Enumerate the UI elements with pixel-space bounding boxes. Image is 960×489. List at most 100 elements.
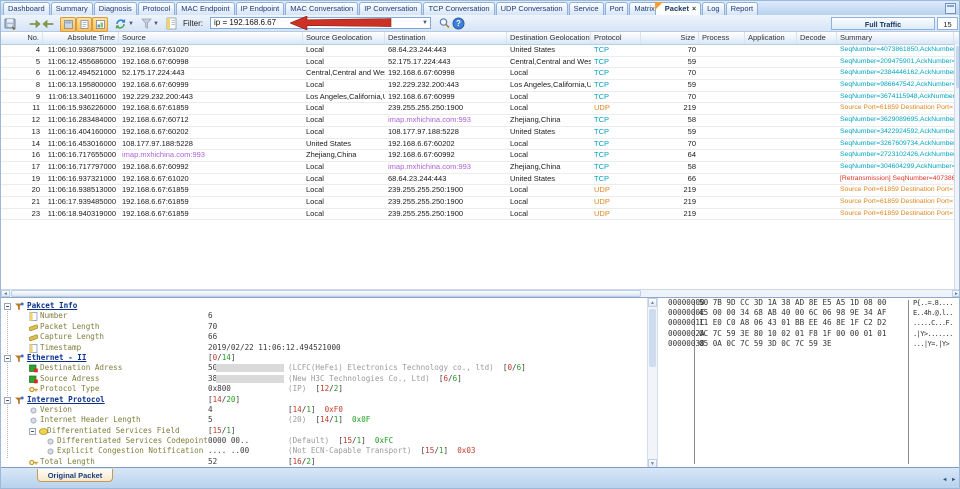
tab-scroll-left-icon[interactable]: ◄: [942, 477, 947, 483]
table-row[interactable]: 811:06:13.195800000192.168.6.67:60999Loc…: [1, 80, 960, 92]
cell-src: 192.168.6.67:61859: [119, 209, 303, 220]
table-row[interactable]: 911:06:13.340116000192.229.232.200:443Lo…: [1, 92, 960, 104]
cell-process: [699, 127, 745, 138]
table-row[interactable]: 1211:06:16.283484000192.168.6.67:60712Lo…: [1, 115, 960, 127]
table-row[interactable]: 511:06:12.455686000192.168.6.67:60998Loc…: [1, 57, 960, 69]
auto-refresh-icon[interactable]: [114, 17, 127, 30]
cell-size: 219: [641, 185, 699, 196]
packet-table-horizontal-scrollbar[interactable]: ◄ ►: [1, 289, 960, 297]
tree-row[interactable]: Ethernet - II[0/14]: [1, 353, 647, 363]
table-row[interactable]: 2111:06:17.939485000192.168.6.67:61859Lo…: [1, 197, 960, 209]
column-header-time[interactable]: Absolute Time: [43, 32, 119, 44]
tree-row[interactable]: Internet Protocol[14/20]: [1, 395, 647, 405]
tab-ip-conversation[interactable]: IP Conversation: [359, 2, 422, 15]
tree-row[interactable]: Destination Adress50(LCFC(HeFei) Electro…: [1, 363, 647, 373]
column-header-size[interactable]: Size: [641, 32, 699, 44]
table-row[interactable]: 1611:06:16.717655000imap.mxhichina.com:9…: [1, 150, 960, 162]
log-note-icon[interactable]: [165, 17, 178, 30]
funnel-dropdown-icon[interactable]: ▼: [153, 21, 159, 27]
tab-udp-conversation[interactable]: UDP Conversation: [496, 2, 568, 15]
column-header-proto[interactable]: Protocol: [591, 32, 641, 44]
node-pane-toggle-icon[interactable]: [60, 17, 76, 32]
collapse-expander-icon[interactable]: [29, 428, 36, 435]
hex-row[interactable]: 0000000E45 00 00 34 68 AB 40 00 6C 06 98…: [658, 308, 954, 318]
tree-row[interactable]: Protocol Type0x800(IP) [12/2]: [1, 384, 647, 394]
column-header-process[interactable]: Process: [699, 32, 745, 44]
tree-row[interactable]: Number6: [1, 311, 647, 321]
decoding-packet-count[interactable]: 15: [937, 17, 958, 30]
table-row[interactable]: 411:06:10.936875000192.168.6.67:61020Loc…: [1, 45, 960, 57]
tab-log[interactable]: Log: [702, 2, 725, 15]
column-header-dg[interactable]: Destination Geolocation: [507, 32, 591, 44]
close-tab-icon[interactable]: ×: [692, 6, 696, 13]
help-icon[interactable]: ?: [452, 17, 465, 30]
tab-mac-conversation[interactable]: MAC Conversation: [285, 2, 358, 15]
tree-row[interactable]: Differentiated Services Codepoint0000 00…: [1, 436, 647, 446]
collapse-expander-icon[interactable]: [4, 397, 11, 404]
tree-row[interactable]: Explicit Congestion Notification.... ..0…: [1, 446, 647, 456]
scroll-right-icon[interactable]: ►: [952, 290, 960, 297]
table-row[interactable]: 611:06:12.49452100052.175.17.224:443Cent…: [1, 68, 960, 80]
filter-funnel-icon[interactable]: [140, 17, 153, 30]
scroll-left-icon[interactable]: ◄: [1, 290, 10, 297]
column-header-dst[interactable]: Destination: [385, 32, 507, 44]
tree-vertical-scrollbar[interactable]: ▲ ▼: [647, 298, 658, 468]
tree-row[interactable]: Capture Length66: [1, 332, 647, 342]
tab-packet[interactable]: Packet×: [655, 2, 701, 15]
collapse-expander-icon[interactable]: [4, 355, 11, 362]
table-row[interactable]: 1111:06:15.936226000192.168.6.67:61859Lo…: [1, 103, 960, 115]
collapse-expander-icon[interactable]: [4, 303, 11, 310]
column-header-no[interactable]: No.: [1, 32, 43, 44]
field-pane-toggle-icon[interactable]: [76, 17, 92, 32]
hex-row[interactable]: 0000003805 0A 0C 7C 59 3D 0C 7C 59 3E...…: [658, 339, 954, 349]
tree-row[interactable]: Total Length52[16/2]: [1, 457, 647, 467]
export-icon[interactable]: [4, 17, 17, 30]
bottom-tab-bar: Original Packet ◄ ►: [1, 467, 960, 489]
scrollbar-thumb[interactable]: [11, 290, 641, 297]
table-row[interactable]: 1311:06:16.404160000192.168.6.67:60202Lo…: [1, 127, 960, 139]
scrollbar-thumb[interactable]: [649, 309, 656, 367]
tree-row[interactable]: Pakcet Info: [1, 301, 647, 311]
tab-mac-endpoint[interactable]: MAC Endpoint: [176, 2, 234, 15]
tree-row[interactable]: Packet Length70: [1, 322, 647, 332]
next-packet-icon[interactable]: [42, 17, 55, 30]
tab-dashboard[interactable]: Dashboard: [3, 2, 50, 15]
tab-summary[interactable]: Summary: [51, 2, 93, 15]
tree-row[interactable]: Differentiated Services Field[15/1]: [1, 426, 647, 436]
hex-row[interactable]: 0000000050 7B 9D CC 3D 1A 38 AD 8E E5 A5…: [658, 298, 954, 308]
tab-protocol[interactable]: Protocol: [138, 2, 176, 15]
search-icon[interactable]: [438, 17, 451, 30]
column-header-sum[interactable]: Summary: [837, 32, 954, 44]
tab-report[interactable]: Report: [726, 2, 759, 15]
tab-service[interactable]: Service: [569, 2, 604, 15]
tree-row[interactable]: Internet Header Length5(20) [14/1] 0x0F: [1, 415, 647, 425]
scroll-up-icon[interactable]: ▲: [648, 298, 657, 307]
tab-original-packet[interactable]: Original Packet: [37, 469, 113, 482]
tree-row[interactable]: Source Adress38(New H3C Technologies Co.…: [1, 374, 647, 384]
window-grid-icon[interactable]: [945, 3, 956, 14]
prev-packet-icon[interactable]: [28, 17, 41, 30]
filter-dropdown-icon[interactable]: ▼: [422, 20, 428, 26]
packet-table-vertical-scrollbar[interactable]: [954, 44, 960, 289]
tab-scroll-right-icon[interactable]: ►: [951, 477, 956, 483]
column-header-decode[interactable]: Decode: [797, 32, 837, 44]
table-row[interactable]: 2311:06:18.940319000192.168.6.67:61859Lo…: [1, 209, 960, 221]
table-row[interactable]: 1411:06:16.453016000108.177.97.188:5228U…: [1, 139, 960, 151]
tree-row[interactable]: Timestamp2019/02/22 11:06:12.494521000: [1, 343, 647, 353]
table-row[interactable]: 1711:06:16.717797000192.168.6.67:60992Lo…: [1, 162, 960, 174]
column-header-src[interactable]: Source: [119, 32, 303, 44]
column-header-app[interactable]: Application: [745, 32, 797, 44]
hex-row[interactable]: 0000002A0C 7C 59 3E 80 10 02 01 F8 1F 00…: [658, 329, 954, 339]
tab-port[interactable]: Port: [605, 2, 629, 15]
refresh-dropdown-icon[interactable]: ▼: [128, 21, 134, 27]
tab-tcp-conversation[interactable]: TCP Conversation: [423, 2, 494, 15]
field-name: Ethernet - II: [27, 353, 86, 363]
hex-pane-toggle-icon[interactable]: [92, 17, 108, 32]
table-row[interactable]: 2011:06:16.938513000192.168.6.67:61859Lo…: [1, 185, 960, 197]
scrollbar-thumb[interactable]: [956, 46, 960, 88]
table-row[interactable]: 1911:06:16.937321000192.168.6.67:61020Lo…: [1, 174, 960, 186]
tab-ip-endpoint[interactable]: IP Endpoint: [236, 2, 285, 15]
tab-diagnosis[interactable]: Diagnosis: [94, 2, 137, 15]
tree-row[interactable]: Version4[14/1] 0xF0: [1, 405, 647, 415]
hex-row[interactable]: 0000001C11 E0 C0 A8 06 43 01 BB EE 46 8E…: [658, 318, 954, 328]
